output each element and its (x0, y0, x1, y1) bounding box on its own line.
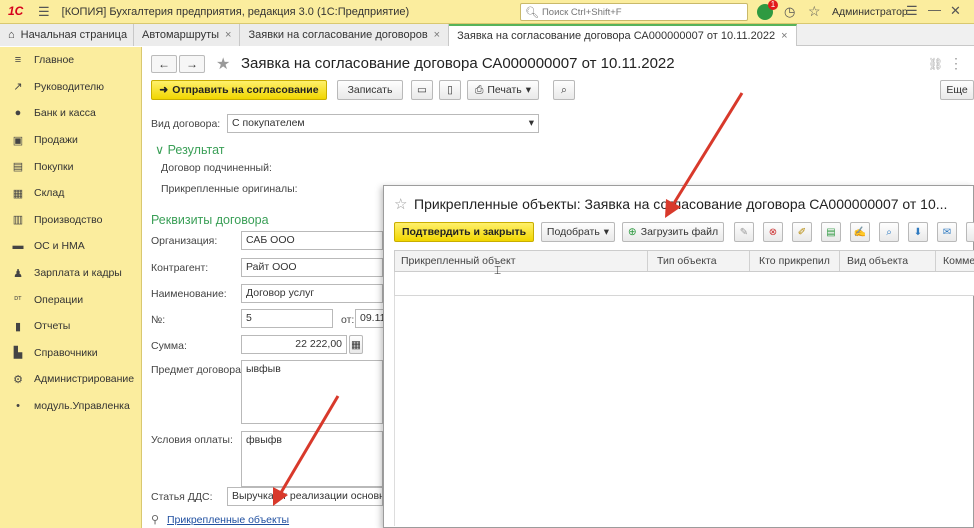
arrow-to-attached-link (273, 395, 340, 506)
arrow-to-upload (665, 92, 744, 218)
annotation-arrows (273, 92, 744, 506)
